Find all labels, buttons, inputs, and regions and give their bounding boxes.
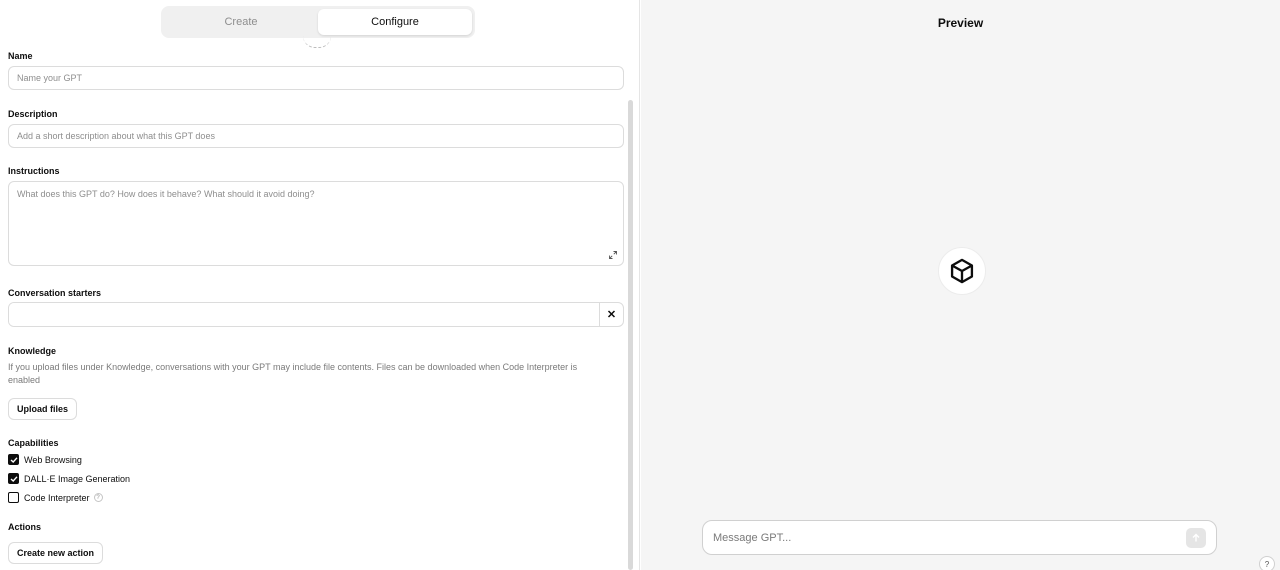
configure-pane: Create Configure Name Description Instru…: [0, 0, 640, 570]
message-input[interactable]: [713, 531, 1186, 544]
cube-icon: [950, 258, 974, 284]
info-icon[interactable]: ?: [93, 493, 103, 502]
web-browsing-label: Web Browsing: [24, 454, 82, 465]
help-button[interactable]: ?: [1259, 556, 1275, 570]
conversation-starters-label: Conversation starters: [8, 288, 102, 298]
dalle-label: DALL·E Image Generation: [24, 473, 131, 484]
conversation-starter-input[interactable]: [9, 303, 599, 326]
name-label: Name: [8, 51, 33, 61]
instructions-label: Instructions: [8, 166, 60, 176]
gpt-avatar-upload[interactable]: [303, 36, 331, 48]
knowledge-help-text: If you upload files under Knowledge, con…: [8, 362, 578, 385]
code-interpreter-checkbox[interactable]: [8, 492, 19, 503]
name-input[interactable]: [8, 66, 624, 90]
web-browsing-checkbox[interactable]: [8, 454, 19, 465]
capability-code-interpreter[interactable]: Code Interpreter ?: [8, 492, 103, 503]
capabilities-label: Capabilities: [8, 438, 59, 448]
preview-title: Preview: [937, 16, 984, 30]
actions-label: Actions: [8, 522, 42, 532]
dalle-checkbox[interactable]: [8, 473, 19, 484]
create-new-action-button[interactable]: Create new action: [8, 542, 104, 564]
code-interpreter-label: Code Interpreter: [24, 492, 90, 503]
send-button[interactable]: [1186, 527, 1206, 548]
knowledge-label: Knowledge: [8, 346, 57, 356]
mode-tabs: Create Configure: [161, 6, 475, 38]
tab-configure[interactable]: Configure: [318, 9, 472, 35]
description-input[interactable]: [8, 124, 624, 148]
expand-icon[interactable]: [609, 251, 617, 259]
preview-pane: Preview ?: [641, 0, 1280, 570]
capability-web-browsing[interactable]: Web Browsing: [8, 454, 82, 465]
tab-create[interactable]: Create: [164, 9, 318, 35]
message-composer: [702, 520, 1217, 555]
description-label: Description: [8, 109, 58, 119]
close-icon[interactable]: ✕: [599, 303, 623, 326]
capability-dalle[interactable]: DALL·E Image Generation: [8, 473, 130, 484]
conversation-starter-row: ✕: [8, 302, 624, 327]
scrollbar[interactable]: [628, 100, 633, 570]
arrow-up-icon: [1192, 533, 1200, 541]
gpt-avatar: [938, 247, 986, 295]
instructions-textarea[interactable]: [8, 181, 624, 266]
upload-files-button[interactable]: Upload files: [8, 398, 78, 420]
